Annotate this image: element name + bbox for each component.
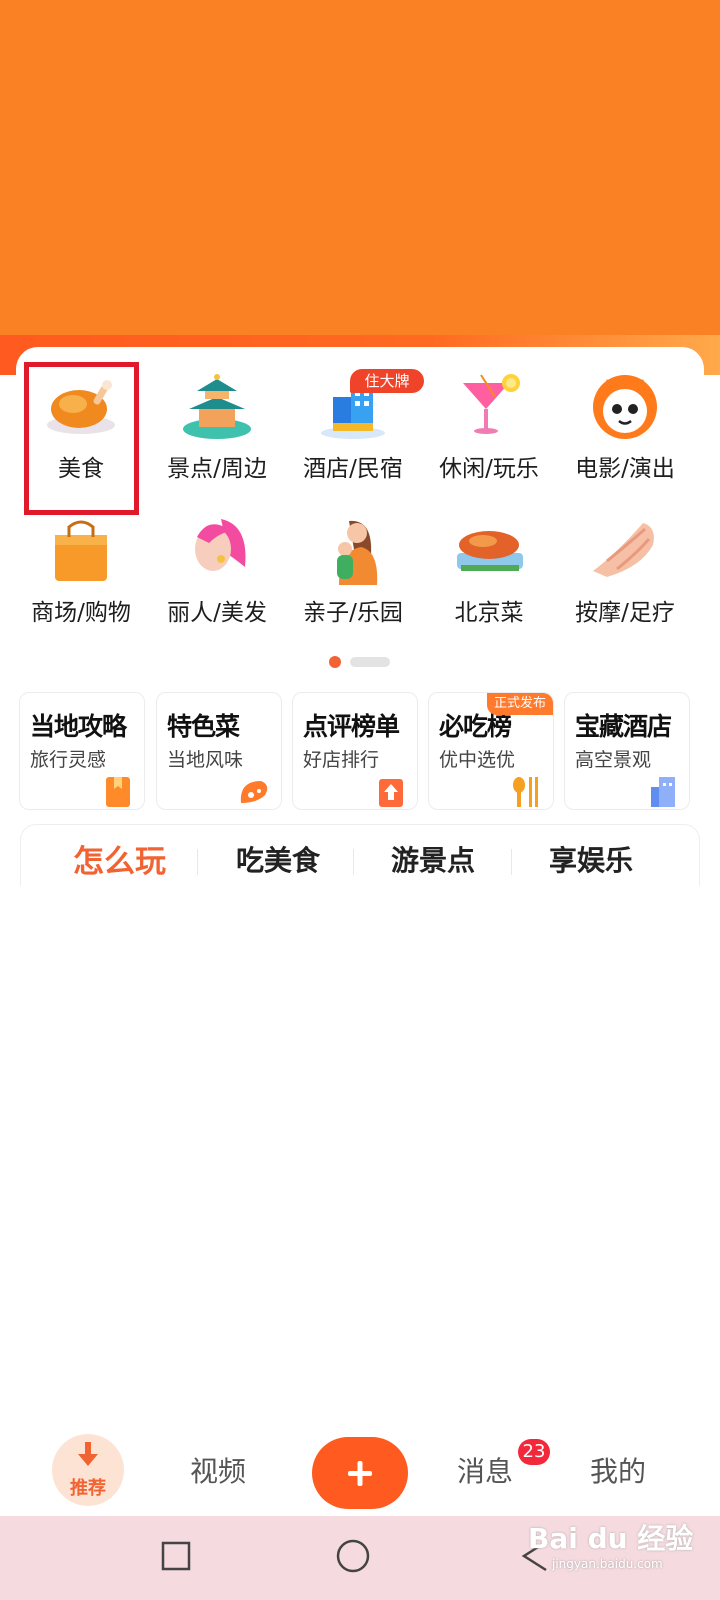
- watermark-logo: Bai du 经验: [528, 1522, 694, 1555]
- publish-button[interactable]: [312, 1437, 408, 1509]
- tab-visit-attractions[interactable]: 游景点: [391, 839, 475, 879]
- card-subtitle: 当地风味: [167, 749, 244, 771]
- category-attractions[interactable]: 景点/周边: [152, 359, 282, 489]
- category-label: 商场/购物: [31, 600, 131, 626]
- nav-messages[interactable]: 消息: [457, 1450, 513, 1490]
- card-title: 宝藏酒店: [575, 712, 672, 741]
- category-massage[interactable]: 按摩/足疗: [560, 503, 690, 633]
- tab-how-to-play[interactable]: 怎么玩: [73, 836, 166, 881]
- cocktail-icon: [463, 374, 520, 434]
- category-movies[interactable]: 电影/演出: [560, 359, 690, 489]
- card-subtitle: 高空景观: [575, 749, 652, 771]
- nav-recommend-label: 推荐: [70, 1478, 106, 1499]
- plus-icon: [348, 1461, 372, 1486]
- card-treasure-hotel[interactable]: 宝藏酒店 高空景观: [564, 692, 690, 810]
- page-indicator: [329, 656, 391, 668]
- top-banner[interactable]: [0, 0, 720, 345]
- card-review-ranking[interactable]: 点评榜单 好店排行: [292, 692, 418, 810]
- category-label: 丽人/美发: [167, 600, 267, 626]
- bottom-nav: 推荐 视频 消息 23 我的: [0, 1420, 720, 1516]
- page-dot-active: [329, 656, 341, 668]
- mother-child-icon: [337, 520, 378, 585]
- massage-hand-icon: [593, 523, 654, 577]
- nav-mine[interactable]: 我的: [590, 1450, 646, 1490]
- category-label: 按摩/足疗: [575, 600, 675, 626]
- pavilion-icon: [183, 374, 251, 439]
- card-title: 特色菜: [167, 712, 240, 741]
- category-label: 酒店/民宿: [303, 456, 403, 482]
- highlight-box: [24, 362, 139, 515]
- tab-entertainment[interactable]: 享娱乐: [549, 839, 633, 879]
- category-family[interactable]: 亲子/乐园: [288, 503, 418, 633]
- woman-hair-icon: [195, 519, 246, 571]
- watermark: Bai du 经验 jingyan.baidu.com: [528, 1507, 718, 1577]
- category-leisure[interactable]: 休闲/玩乐: [424, 359, 554, 489]
- card-local-guide[interactable]: 当地攻略 旅行灵感: [19, 692, 145, 810]
- category-shopping[interactable]: 商场/购物: [16, 503, 146, 633]
- category-label: 景点/周边: [167, 456, 267, 482]
- card-subtitle: 旅行灵感: [30, 749, 107, 771]
- tab-divider: [197, 849, 198, 875]
- cat-face-icon: [593, 375, 657, 439]
- ranking-icon: [379, 779, 403, 807]
- hotel-promo-tag: 住大牌: [350, 369, 424, 393]
- category-label: 电影/演出: [575, 456, 675, 482]
- tab-eat-food[interactable]: 吃美食: [236, 839, 320, 879]
- card-title: 点评榜单: [303, 712, 400, 741]
- feature-cards: 当地攻略 旅行灵感 特色菜 当地风味 点评榜单 好店排行 必吃榜 优中选优 正式…: [19, 692, 701, 810]
- hotel-icon: [651, 777, 675, 807]
- nav-recommend[interactable]: 推荐: [52, 1434, 124, 1506]
- page-dot-inactive: [350, 657, 390, 667]
- category-beauty[interactable]: 丽人/美发: [152, 503, 282, 633]
- card-must-eat[interactable]: 必吃榜 优中选优 正式发布: [428, 692, 554, 810]
- category-label: 休闲/玩乐: [439, 456, 539, 482]
- category-label: 北京菜: [454, 600, 524, 626]
- nav-video[interactable]: 视频: [190, 1450, 246, 1490]
- download-arrow-icon: [78, 1442, 98, 1466]
- card-title: 当地攻略: [30, 712, 127, 741]
- category-label: 亲子/乐园: [303, 600, 403, 626]
- card-tag: 正式发布: [487, 693, 553, 715]
- category-beijing-cuisine[interactable]: 北京菜: [424, 503, 554, 633]
- shrimp-icon: [240, 781, 268, 803]
- home-icon[interactable]: [335, 1538, 371, 1574]
- tab-divider: [511, 849, 512, 875]
- shopping-bag-icon: [55, 520, 107, 581]
- utensils-icon: [513, 777, 538, 807]
- card-subtitle: 优中选优: [439, 749, 516, 771]
- bookmark-icon: [106, 777, 130, 807]
- recent-apps-icon[interactable]: [160, 1540, 192, 1572]
- tab-divider: [353, 849, 354, 875]
- messages-badge: 23: [518, 1439, 550, 1465]
- card-subtitle: 好店排行: [303, 749, 380, 771]
- content-tabs: 怎么玩 吃美食 游景点 享娱乐: [20, 824, 700, 886]
- roast-duck-icon: [457, 531, 523, 571]
- card-specialty-dish[interactable]: 特色菜 当地风味: [156, 692, 282, 810]
- watermark-url: jingyan.baidu.com: [552, 1557, 663, 1571]
